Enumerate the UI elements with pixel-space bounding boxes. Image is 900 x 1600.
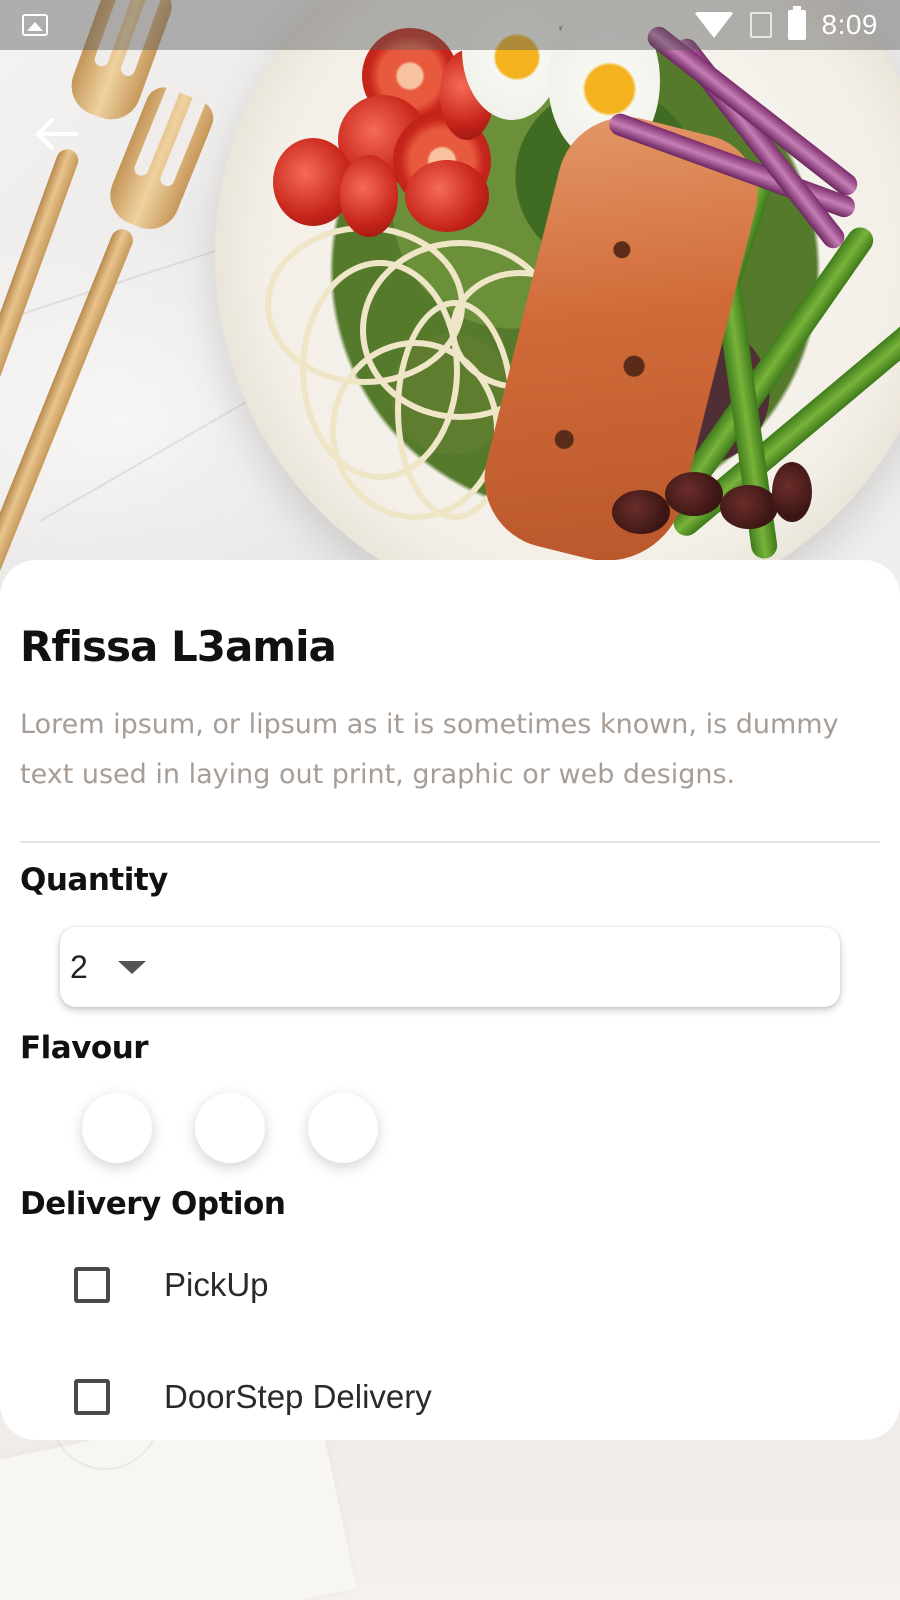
divider [20,841,880,843]
quantity-selected-value: 2 [70,948,88,985]
delivery-option-label: Delivery Option [20,1186,286,1222]
sim-off-icon [749,12,772,38]
status-left [22,14,48,36]
hero-food-image [0,0,900,600]
arrow-left-icon [36,118,78,150]
flavour-swatch-2[interactable] [195,1093,265,1163]
flavour-label: Flavour [20,1030,149,1066]
battery-charging-icon [787,6,806,40]
quantity-label: Quantity [20,862,168,898]
back-button[interactable] [30,112,80,156]
quantity-dropdown[interactable]: 2 [60,927,840,1007]
status-bar: 8:09 [0,0,900,50]
caret-down-icon [117,960,146,974]
image-icon [22,14,48,36]
product-title: Rfissa L3amia [20,622,337,671]
status-time: 8:09 [821,9,878,40]
flavour-swatch-3[interactable] [308,1093,378,1163]
flavour-swatch-1[interactable] [82,1093,152,1163]
status-right: 8:09 [693,6,879,41]
wifi-icon [693,12,734,38]
doorstep-delivery-option[interactable]: DoorStep Delivery [74,1378,432,1416]
doorstep-delivery-checkbox[interactable] [74,1379,110,1415]
product-detail-card: Rfissa L3amia Lorem ipsum, or lipsum as … [0,560,900,1440]
product-description: Lorem ipsum, or lipsum as it is sometime… [20,709,839,790]
pickup-label: PickUp [164,1266,269,1303]
pickup-checkbox[interactable] [74,1267,110,1303]
doorstep-delivery-label: DoorStep Delivery [164,1378,432,1415]
pickup-option[interactable]: PickUp [74,1266,269,1304]
